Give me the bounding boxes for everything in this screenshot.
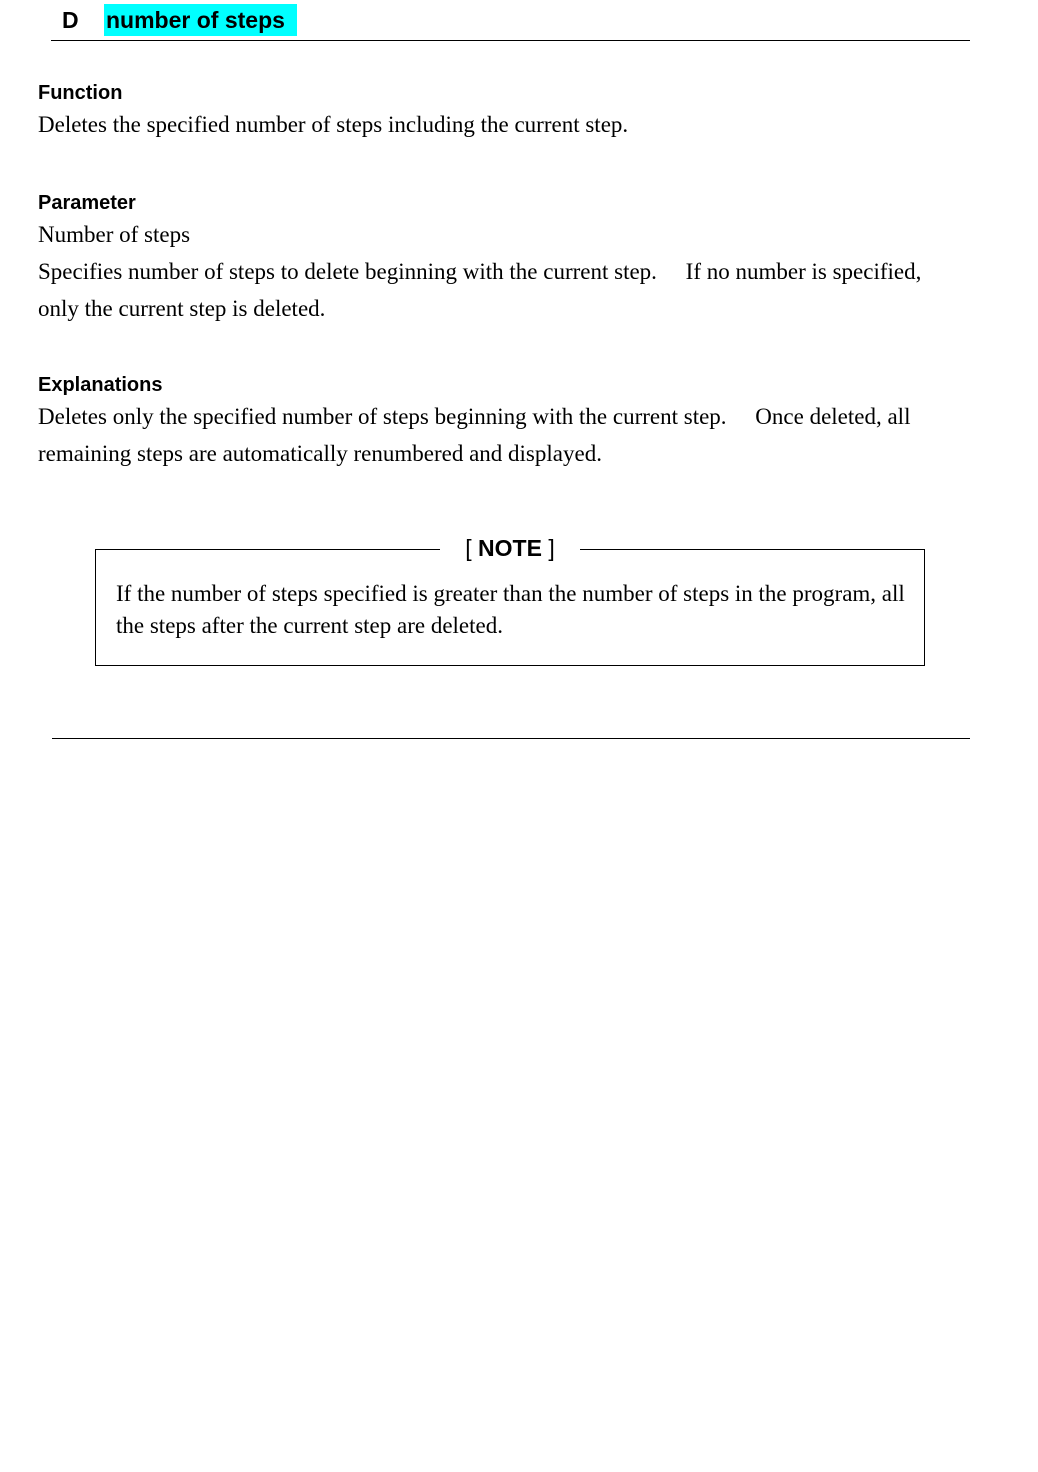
command-letter: D: [62, 7, 79, 33]
command-header: D number of steps: [62, 4, 297, 36]
parameter-text: Specifies number of steps to delete begi…: [38, 259, 922, 321]
header-divider: [51, 40, 970, 41]
note-close-bracket: ]: [548, 535, 555, 561]
note-text: If the number of steps specified is grea…: [116, 581, 905, 638]
function-section: Function Deletes the specified number of…: [38, 80, 963, 143]
parameter-section: Parameter Number of steps Specifies numb…: [38, 190, 963, 327]
footer-divider: [52, 738, 970, 739]
explanations-section: Explanations Deletes only the specified …: [38, 372, 963, 472]
function-heading: Function: [38, 82, 123, 104]
command-parameter-highlight: number of steps: [104, 4, 297, 36]
function-text: Deletes the specified number of steps in…: [38, 112, 629, 137]
note-title-text: NOTE: [478, 535, 542, 561]
note-open-bracket: [: [465, 535, 472, 561]
explanations-heading: Explanations: [38, 374, 163, 396]
manual-page: D number of steps Function Deletes the s…: [0, 0, 1038, 1472]
parameter-name: Number of steps: [38, 222, 191, 247]
parameter-heading: Parameter: [38, 192, 136, 214]
explanations-text: Deletes only the specified number of ste…: [38, 404, 911, 466]
note-title: [ NOTE ]: [440, 533, 580, 563]
